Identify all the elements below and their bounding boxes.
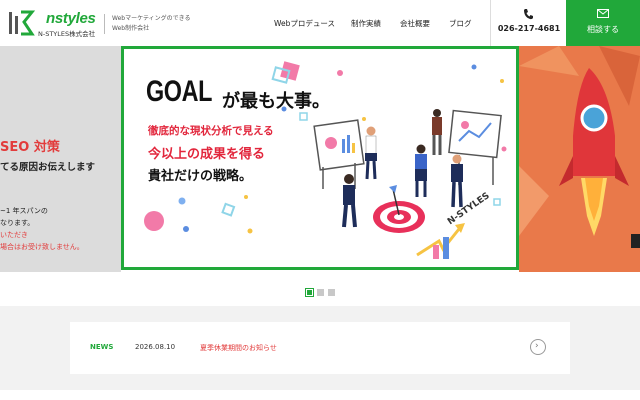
news-title[interactable]: 夏季休業期間のお知らせ xyxy=(200,343,277,353)
consult-label: 相談する xyxy=(587,25,619,34)
pagination-dot-3[interactable] xyxy=(328,289,335,296)
slide-copy-1: 徹底的な現状分析で見える xyxy=(148,125,274,137)
rocket-illustration xyxy=(519,46,640,272)
business-strategy-illustration xyxy=(313,109,502,259)
headline-jp: が最も大事。 xyxy=(222,91,330,112)
pagination-dot-2[interactable] xyxy=(317,289,324,296)
logo-wordmark: nstyles xyxy=(46,10,96,27)
site-logo[interactable]: nstyles N-STYLES株式会社 xyxy=(8,8,108,38)
tagline-line-1: Webマーケティングのできる xyxy=(112,15,191,22)
prev-slide-heading: SEO 対策 xyxy=(0,140,60,155)
prev-slide-text-3: いただき xyxy=(0,231,28,239)
site-header: nstyles N-STYLES株式会社 Webマーケティングのできる Web制… xyxy=(0,0,640,46)
slide-copy-3: 貴社だけの戦略。 xyxy=(148,169,253,184)
tagline-line-2: Web制作会社 xyxy=(112,25,150,32)
company-name: N-STYLES株式会社 xyxy=(38,30,96,38)
pagination-dot-1[interactable] xyxy=(306,289,313,296)
slide-copy-2: 今以上の成果を得る xyxy=(148,147,266,162)
next-slide[interactable] xyxy=(519,46,640,272)
nav-item-blog[interactable]: ブログ xyxy=(449,18,472,29)
prev-slide-text-2: なります。 xyxy=(0,219,35,227)
nav-item-company[interactable]: 会社概要 xyxy=(400,18,430,29)
phone-contact[interactable]: 026-217-4681 xyxy=(490,0,566,46)
phone-icon xyxy=(524,9,533,20)
headline-goal: GOAL xyxy=(146,75,213,108)
chevron-right-icon[interactable]: › xyxy=(530,339,546,355)
mail-icon xyxy=(597,9,609,18)
news-section: NEWS 2026.08.10 夏季休業期間のお知らせ › xyxy=(0,306,640,390)
nav-item-web-produce[interactable]: Webプロデュース xyxy=(274,18,335,29)
news-label: NEWS xyxy=(90,343,114,351)
logo-mark-icon xyxy=(9,10,36,36)
news-date: 2026.08.10 xyxy=(135,343,176,351)
nav-item-works[interactable]: 制作実績 xyxy=(351,18,381,29)
current-slide[interactable]: GOAL が最も大事。 徹底的な現状分析で見える 今以上の成果を得る 貴社だけの… xyxy=(121,46,519,270)
prev-slide-subheading: てる原因お伝えします xyxy=(0,162,96,173)
prev-slide-text-1: ~1 年スパンの xyxy=(0,207,48,215)
hero-slider: SEO 対策 てる原因お伝えします ~1 年スパンの なります。 いただき 場合… xyxy=(0,46,640,272)
news-item[interactable]: NEWS 2026.08.10 夏季休業期間のお知らせ › xyxy=(70,322,570,374)
consult-button[interactable]: 相談する xyxy=(566,0,640,46)
prev-slide[interactable]: SEO 対策 てる原因お伝えします ~1 年スパンの なります。 いただき 場合… xyxy=(0,46,121,272)
tagline: Webマーケティングのできる Web制作会社 xyxy=(104,14,190,34)
prev-slide-text-4: 場合はお受け致しません。 xyxy=(0,243,84,251)
phone-number: 026-217-4681 xyxy=(497,24,561,33)
